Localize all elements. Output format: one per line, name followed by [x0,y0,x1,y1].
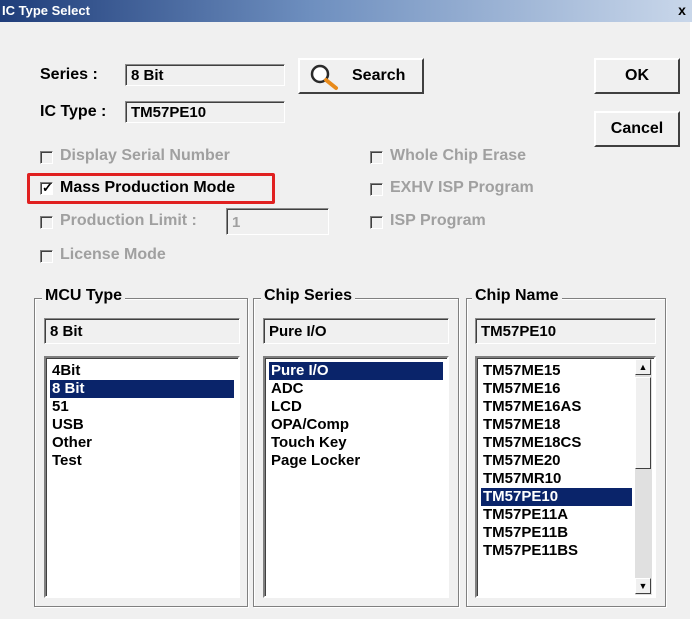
chip-name-list-item[interactable]: TM57ME18 [481,416,632,434]
ic-type-label: IC Type : [40,103,107,120]
mcu-type-list-item[interactable]: 8 Bit [50,380,234,398]
scroll-up-icon[interactable]: ▲ [635,359,651,375]
chip-name-list-item[interactable]: TM57ME16AS [481,398,632,416]
chip-series-list[interactable]: Pure I/O ADC LCD OPA/Comp Touch Key Page Lock… [263,356,449,598]
chip-series-list-item[interactable]: LCD [269,398,443,416]
chip-name-title: Chip Name [472,287,562,305]
mcu-type-list-item[interactable]: 4Bit [50,362,234,380]
mcu-type-list-item[interactable]: Other [50,434,234,452]
chip-name-list-item[interactable]: TM57PE11BS [481,542,632,560]
window-title: IC Type Select [2,3,90,18]
chip-series-current: Pure I/O [263,318,449,344]
chip-name-scrollbar[interactable]: ▲ ▼ [635,359,652,595]
chip-name-list-item[interactable]: TM57ME16 [481,380,632,398]
chip-name-current: TM57PE10 [475,318,656,344]
chip-series-list-item[interactable]: ADC [269,380,443,398]
display-serial-checkbox[interactable] [40,151,53,164]
cancel-button[interactable]: Cancel [594,111,680,147]
chip-name-list[interactable]: TM57ME15 TM57ME16 TM57ME16AS TM57ME18 TM57ME… [475,356,656,598]
isp-program-checkbox[interactable] [370,216,383,229]
scroll-down-icon[interactable]: ▼ [635,578,651,594]
whole-chip-erase-checkbox[interactable] [370,151,383,164]
mcu-type-list-item[interactable]: 51 [50,398,234,416]
mcu-type-list[interactable]: 4Bit 8 Bit 51 USB Other Test [44,356,240,598]
ic-type-select-dialog: IC Type Select x Series : 8 Bit IC Type … [0,0,692,619]
magnifier-icon [310,64,338,90]
title-bar[interactable]: IC Type Select x [0,0,692,22]
scroll-thumb[interactable] [635,377,651,469]
whole-chip-erase-label: Whole Chip Erase [390,147,527,164]
ok-button[interactable]: OK [594,58,680,94]
search-button-label: Search [352,67,406,84]
chip-series-list-item[interactable]: OPA/Comp [269,416,443,434]
close-icon[interactable]: x [674,2,690,18]
mcu-type-title: MCU Type [42,287,126,305]
highlight-box [27,173,275,204]
license-mode-label: License Mode [60,246,166,263]
chip-series-list-item[interactable]: Page Locker [269,452,443,470]
chip-series-list-item[interactable]: Touch Key [269,434,443,452]
series-label: Series : [40,66,98,83]
exhv-isp-checkbox[interactable] [370,183,383,196]
license-mode-checkbox[interactable] [40,250,53,263]
chip-name-list-item[interactable]: TM57PE11B [481,524,632,542]
display-serial-label: Display Serial Number [60,147,230,164]
chip-series-list-item[interactable]: Pure I/O [269,362,443,380]
isp-program-label: ISP Program [390,212,486,229]
mcu-type-current: 8 Bit [44,318,240,344]
chip-name-list-item[interactable]: TM57MR10 [481,470,632,488]
search-button[interactable]: Search [298,58,424,94]
exhv-isp-label: EXHV ISP Program [390,179,534,196]
chip-name-list-item[interactable]: TM57ME18CS [481,434,632,452]
ic-type-field: TM57PE10 [125,101,285,123]
production-limit-checkbox[interactable] [40,216,53,229]
chip-name-list-item[interactable]: TM57ME15 [481,362,632,380]
production-limit-input[interactable]: 1 [226,208,329,235]
chip-series-title: Chip Series [261,287,356,305]
mcu-type-list-item[interactable]: Test [50,452,234,470]
production-limit-label: Production Limit : [60,212,197,229]
mcu-type-list-item[interactable]: USB [50,416,234,434]
chip-name-list-item[interactable]: TM57PE11A [481,506,632,524]
chip-name-list-item[interactable]: TM57PE10 [481,488,632,506]
series-field: 8 Bit [125,64,285,86]
chip-name-list-item[interactable]: TM57ME20 [481,452,632,470]
